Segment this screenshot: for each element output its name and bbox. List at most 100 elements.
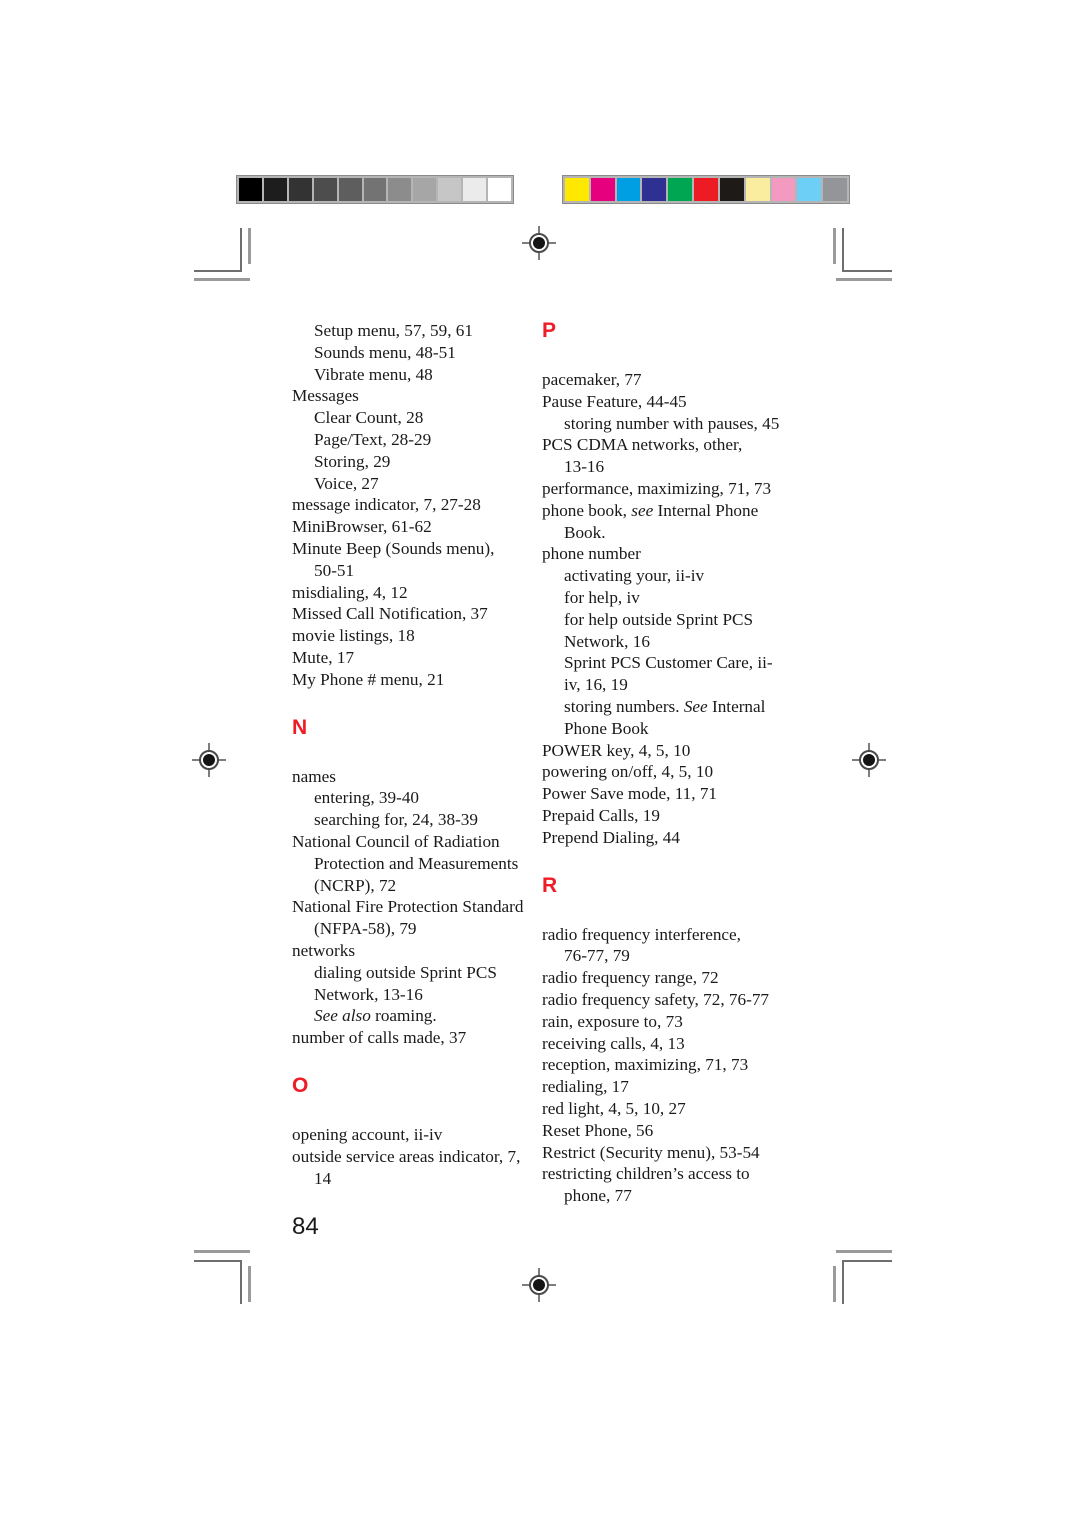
index-entry: phone, 77 (564, 1186, 632, 1206)
index-entry: opening account, ii-iv (292, 1124, 443, 1144)
index-entry: PCS CDMA networks, other, (542, 435, 743, 455)
grayscale-patch-5 (363, 178, 387, 201)
color-patch-8 (771, 178, 796, 201)
index-entry: Network, 13-16 (314, 984, 423, 1004)
right-column: Ppacemaker, 77 Pause Feature, 44-45 storin… (542, 320, 792, 1207)
left-column: Setup menu, 57, 59, 61 Sounds menu, 48-51… (292, 320, 542, 1207)
index-entry: Setup menu, 57, 59, 61 (314, 321, 473, 340)
grayscale-patch-7 (413, 178, 437, 201)
index-entry: 13-16 (564, 457, 605, 477)
grayscale-calibration-strip (236, 175, 514, 204)
index-entry: Minute Beep (Sounds menu), (292, 538, 495, 558)
grayscale-patch-4 (338, 178, 362, 201)
index-columns: Setup menu, 57, 59, 61 Sounds menu, 48-51… (292, 320, 792, 1207)
index-entry: 50-51 (314, 560, 355, 580)
grayscale-patch-3 (313, 178, 337, 201)
section-letter-n: N (292, 715, 308, 739)
index-entry: Restrict (Security menu), 53-54 (542, 1142, 760, 1162)
index-entry: red light, 4, 5, 10, 27 (542, 1098, 686, 1118)
index-entry: names (292, 766, 336, 786)
index-entry: redialing, 17 (542, 1077, 629, 1097)
color-patch-3 (642, 178, 667, 201)
index-entry: storing number with pauses, 45 (564, 413, 780, 433)
index-entry: (NFPA-58), 79 (314, 919, 417, 939)
index-entry: outside service areas indicator, 7, (292, 1146, 521, 1166)
index-entry: Power Save mode, 11, 71 (542, 784, 718, 804)
index-entry: pacemaker, 77 (542, 370, 642, 389)
color-patch-1 (590, 178, 615, 201)
index-entry: Sounds menu, 48-51 (314, 342, 456, 362)
grayscale-patch-2 (288, 178, 312, 201)
index-entry: movie listings, 18 (292, 626, 415, 646)
registration-target-left-middle (192, 743, 226, 777)
crop-mark-top-right (826, 228, 898, 281)
index-entry: message indicator, 7, 27-28 (292, 495, 481, 515)
index-entry: powering on/off, 4, 5, 10 (542, 762, 714, 782)
section-letter-r: R (542, 873, 558, 897)
index-entry: phone number (542, 544, 641, 564)
index-entry: Network, 16 (564, 631, 650, 651)
index-entry: iv, 16, 19 (564, 675, 628, 695)
grayscale-patch-8 (438, 178, 462, 201)
color-patch-2 (616, 178, 641, 201)
color-calibration-strip (562, 175, 850, 204)
section-letter-p: P (542, 319, 557, 342)
index-entry: misdialing, 4, 12 (292, 582, 408, 602)
grayscale-patch-6 (388, 178, 412, 201)
section-letter-o: O (292, 1073, 309, 1097)
index-entry: Clear Count, 28 (314, 408, 424, 428)
index-entry: entering, 39-40 (314, 788, 420, 808)
registration-target-top-center (522, 226, 556, 260)
index-entry: radio frequency range, 72 (542, 968, 719, 988)
index-entry: receiving calls, 4, 13 (542, 1033, 685, 1053)
index-entry: Prepend Dialing, 44 (542, 827, 680, 847)
index-entry: performance, maximizing, 71, 73 (542, 478, 772, 498)
index-entry: Pause Feature, 44-45 (542, 391, 687, 411)
index-entry: Reset Phone, 56 (542, 1120, 654, 1140)
index-entry: See also roaming. (314, 1006, 437, 1026)
index-entry: rain, exposure to, 73 (542, 1011, 683, 1031)
index-entry: POWER key, 4, 5, 10 (542, 740, 691, 760)
index-entry: (NCRP), 72 (314, 875, 397, 895)
index-entry: Voice, 27 (314, 473, 379, 493)
index-entry: Protection and Measurements (314, 853, 519, 873)
registration-target-right-middle (852, 743, 886, 777)
index-entry: Storing, 29 (314, 451, 391, 471)
index-entry: for help, iv (564, 587, 640, 607)
index-entry: dialing outside Sprint PCS (314, 962, 497, 982)
grayscale-patch-10 (488, 178, 511, 201)
color-patch-6 (719, 178, 744, 201)
index-entry: National Council of Radiation (292, 831, 500, 851)
index-entry: reception, maximizing, 71, 73 (542, 1055, 749, 1075)
color-patch-0 (565, 178, 589, 201)
index-entry: networks (292, 940, 356, 960)
index-entry: for help outside Sprint PCS (564, 609, 754, 629)
color-patch-4 (668, 178, 693, 201)
index-entry: storing numbers. See Internal (564, 696, 766, 716)
index-entry: phone book, see Internal Phone (542, 500, 759, 520)
color-patch-7 (745, 178, 770, 201)
index-entry: Prepaid Calls, 19 (542, 805, 660, 825)
index-entry: Phone Book (564, 718, 649, 738)
index-entry: 14 (314, 1168, 332, 1188)
color-patch-5 (694, 178, 718, 201)
index-entry: National Fire Protection Standard (292, 897, 524, 917)
index-body: Setup menu, 57, 59, 61 Sounds menu, 48-51… (292, 320, 792, 1207)
index-entry: number of calls made, 37 (292, 1028, 467, 1048)
index-entry: Mute, 17 (292, 647, 355, 667)
crop-mark-bottom-left (186, 1248, 256, 1304)
page-number: 84 (292, 1213, 319, 1240)
index-entry: 76-77, 79 (564, 946, 630, 966)
index-entry: MiniBrowser, 61-62 (292, 517, 432, 537)
grayscale-patch-0 (239, 178, 262, 201)
index-entry: Page/Text, 28-29 (314, 429, 432, 449)
index-entry: radio frequency safety, 72, 76-77 (542, 989, 770, 1009)
color-patch-10 (823, 178, 847, 201)
index-entry: My Phone # menu, 21 (292, 669, 445, 689)
grayscale-patch-1 (263, 178, 287, 201)
crop-mark-bottom-right (826, 1248, 898, 1304)
index-entry: restricting children’s access to (542, 1164, 750, 1184)
registration-target-bottom-center (522, 1268, 556, 1302)
crop-mark-top-left (186, 228, 256, 281)
index-entry: radio frequency interference, (542, 924, 741, 944)
